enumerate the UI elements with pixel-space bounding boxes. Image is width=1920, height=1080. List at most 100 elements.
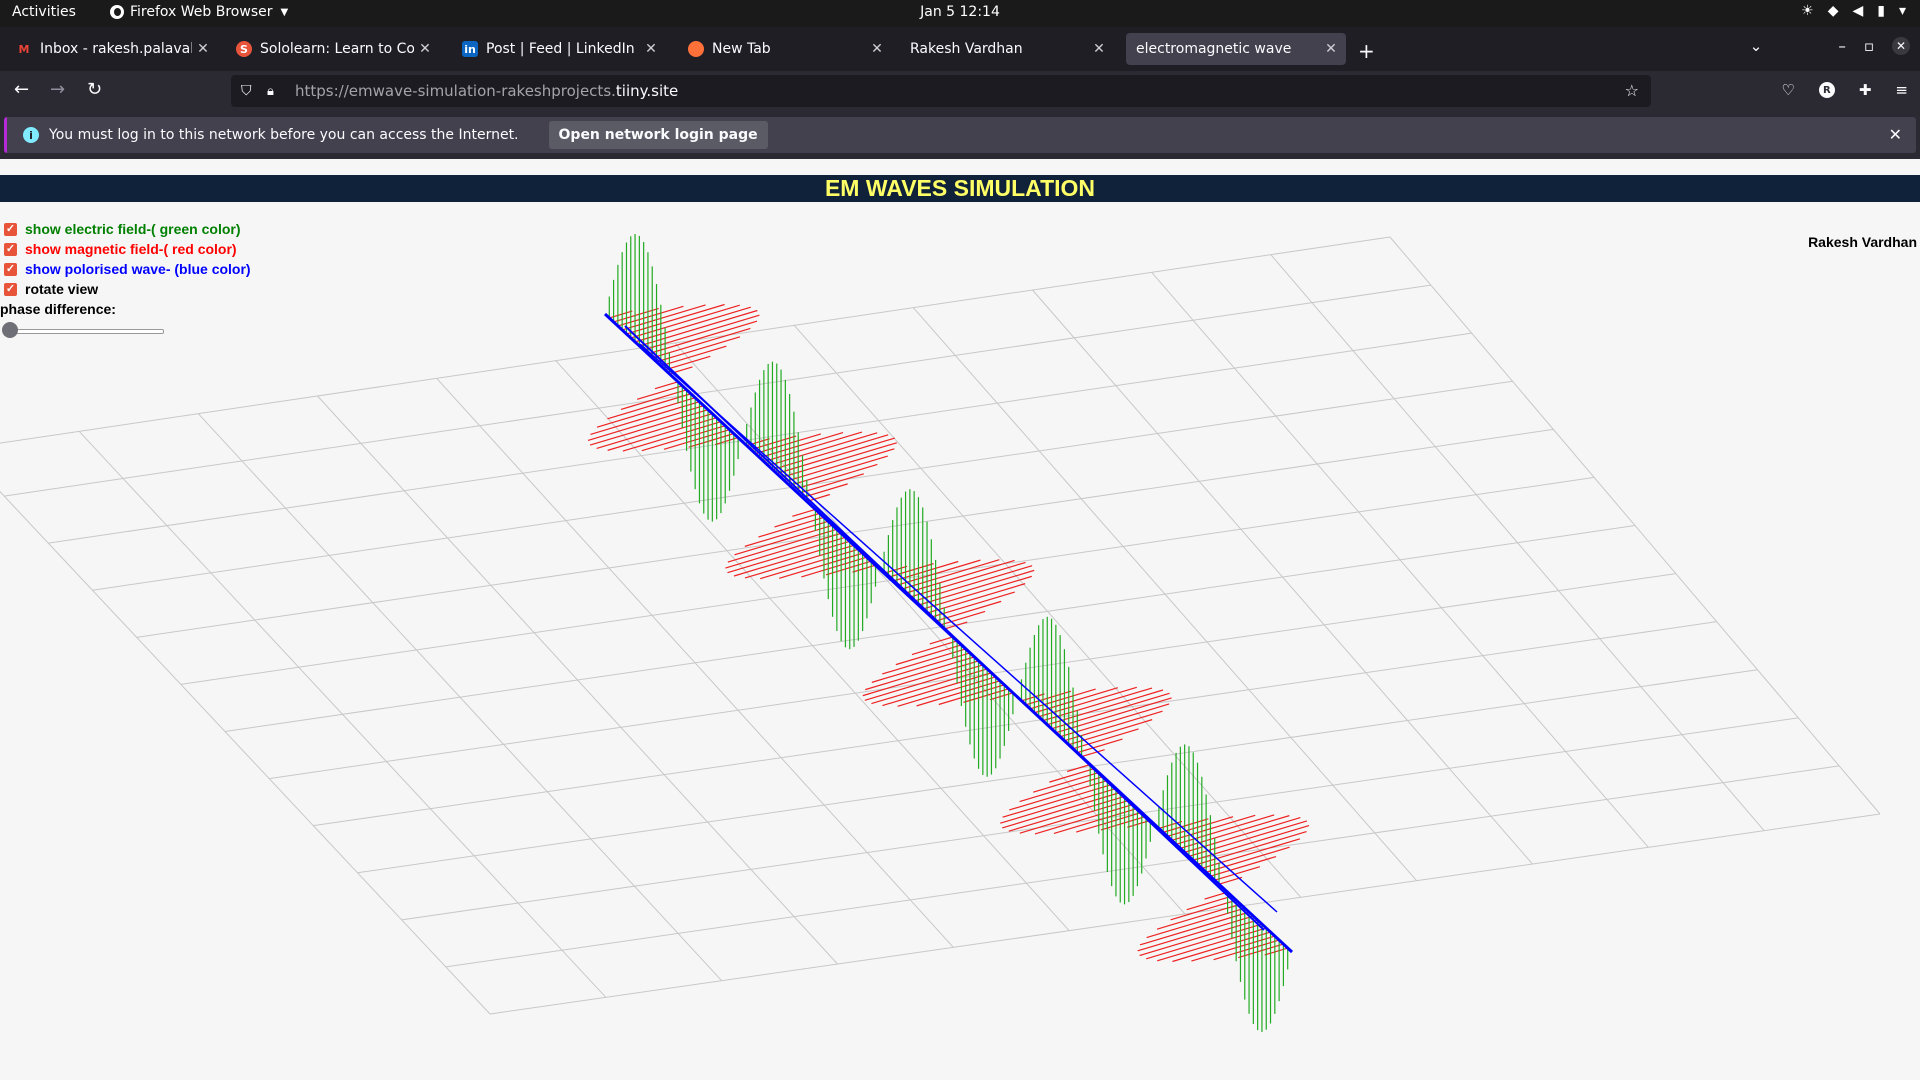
- gmail-icon: M: [18, 42, 30, 56]
- address-bar[interactable]: ⛉ 🔒︎ https://emwave-simulation-rakeshpro…: [231, 75, 1651, 107]
- magnetic-vector: [1213, 939, 1280, 961]
- activities-button[interactable]: Activities: [12, 4, 76, 20]
- title-banner: EM WAVES SIMULATION: [0, 175, 1920, 202]
- tab-new-tab[interactable]: New Tab ✕: [678, 33, 892, 65]
- magnetic-vector: [1180, 815, 1290, 849]
- magnetic-vector: [938, 684, 1005, 706]
- close-window-icon[interactable]: ✕: [1892, 37, 1910, 55]
- open-login-page-button[interactable]: Open network login page: [548, 121, 768, 149]
- web-page: EM WAVES SIMULATION ✓ show electric fiel…: [0, 159, 1920, 1080]
- magnetic-vector: [798, 473, 864, 495]
- volume-icon: ◀: [1852, 3, 1864, 19]
- forward-arrow-icon[interactable]: →: [50, 79, 65, 100]
- window-controls: ⌄ – ▫ ✕: [1750, 37, 1910, 55]
- close-icon[interactable]: ✕: [1320, 41, 1342, 57]
- checkbox-electric-field[interactable]: ✓: [4, 222, 17, 236]
- magnetic-field-label: show magnetic field-( red color): [25, 241, 237, 257]
- magnetic-vector: [895, 644, 962, 666]
- brightness-icon: ☀: [1801, 3, 1814, 19]
- polarised-wave-line: [639, 343, 1278, 913]
- magnetic-vector: [663, 429, 730, 450]
- lock-icon[interactable]: 🔒︎: [267, 84, 281, 99]
- rotate-view-toggle[interactable]: ✓ rotate view: [4, 279, 251, 299]
- magnetic-vector: [758, 516, 825, 538]
- magnetic-vector: [620, 389, 687, 411]
- rotate-view-label: rotate view: [25, 281, 99, 297]
- checkbox-rotate-view[interactable]: ✓: [4, 282, 17, 296]
- system-tray[interactable]: ☀ ◆ ◀ ▮ ▾: [1801, 3, 1906, 19]
- grid-line: [793, 325, 1302, 898]
- magnetic-vector: [1029, 688, 1096, 710]
- grid-line: [1151, 272, 1649, 848]
- url-text: https://emwave-simulation-rakeshprojects…: [295, 82, 678, 100]
- tracking-shield-icon[interactable]: ⛉: [241, 83, 257, 99]
- menu-hamburger-icon[interactable]: ≡: [1895, 81, 1908, 99]
- bookmark-star-icon[interactable]: ☆: [1625, 81, 1639, 100]
- magnetic-vector: [607, 417, 717, 451]
- tab-title: Inbox - rakesh.palavalasa: [40, 41, 192, 57]
- list-all-tabs-icon[interactable]: ⌄: [1750, 37, 1763, 55]
- close-icon[interactable]: ✕: [414, 41, 436, 57]
- system-top-bar: Activities Firefox Web Browser ▼ Jan 5 1…: [0, 0, 1920, 27]
- author-name: Rakesh Vardhan: [1808, 234, 1917, 250]
- pocket-icon[interactable]: ♡: [1781, 81, 1794, 99]
- grid-line: [1270, 254, 1765, 831]
- app-menu[interactable]: Firefox Web Browser ▼: [110, 4, 288, 20]
- simulation-canvas[interactable]: [0, 159, 1920, 1080]
- magnetic-vector: [744, 544, 855, 579]
- magnetic-vector: [1157, 927, 1267, 962]
- tab-sololearn[interactable]: S Sololearn: Learn to Code ✕: [226, 33, 440, 65]
- magnetic-vector: [1167, 816, 1234, 837]
- tab-title: Rakesh Vardhan: [910, 41, 1023, 57]
- slider-thumb[interactable]: [2, 322, 18, 338]
- app-menu-label: Firefox Web Browser: [130, 4, 273, 20]
- close-icon[interactable]: ✕: [1088, 41, 1110, 57]
- magnetic-vector: [1139, 911, 1250, 946]
- close-icon[interactable]: ✕: [640, 41, 662, 57]
- phase-difference-label: phase difference:: [0, 301, 116, 317]
- tab-gmail[interactable]: M Inbox - rakesh.palavalasa ✕: [6, 33, 218, 65]
- magnetic-vector: [1210, 855, 1277, 877]
- back-arrow-icon[interactable]: ←: [14, 79, 29, 100]
- close-icon[interactable]: ✕: [192, 41, 214, 57]
- new-tab-button[interactable]: +: [1358, 39, 1375, 63]
- sololearn-icon: S: [236, 41, 252, 57]
- tab-linkedin[interactable]: in Post | Feed | LinkedIn ✕: [452, 33, 666, 65]
- magnetic-vector: [865, 656, 975, 691]
- account-avatar-icon[interactable]: R: [1818, 82, 1835, 98]
- firefox-icon: [688, 41, 704, 57]
- magnetic-field-toggle[interactable]: ✓ show magnetic field-( red color): [4, 239, 251, 259]
- checkbox-polarised-wave[interactable]: ✓: [4, 262, 17, 276]
- navigation-toolbar: ← → ↻ ⛉ 🔒︎ https://emwave-simulation-rak…: [0, 71, 1920, 111]
- phase-difference-slider[interactable]: [0, 321, 164, 339]
- grid-line: [1389, 236, 1881, 815]
- close-icon[interactable]: ✕: [866, 41, 888, 57]
- tab-title: electromagnetic wave: [1136, 41, 1292, 57]
- control-panel: ✓ show electric field-( green color) ✓ s…: [0, 219, 251, 339]
- url-prefix: https://emwave-simulation-rakeshprojects…: [295, 82, 616, 100]
- magnetic-vector: [1170, 899, 1237, 921]
- battery-icon: ▮: [1877, 3, 1885, 19]
- url-domain: tiiny.site: [615, 82, 679, 100]
- close-icon[interactable]: ✕: [1889, 125, 1902, 144]
- toolbar-right: ♡ R ✚ ≡: [1781, 81, 1908, 99]
- magnetic-vector: [905, 559, 1015, 594]
- polarised-wave-toggle[interactable]: ✓ show polorised wave- (blue color): [4, 259, 251, 279]
- slider-track[interactable]: [4, 329, 164, 334]
- magnetic-vector: [801, 556, 868, 578]
- extensions-icon[interactable]: ✚: [1859, 81, 1872, 99]
- tab-electromagnetic-wave[interactable]: electromagnetic wave ✕: [1126, 33, 1346, 65]
- reload-icon[interactable]: ↻: [87, 79, 102, 100]
- minimize-icon[interactable]: –: [1838, 37, 1846, 55]
- magnetic-vector: [630, 304, 740, 339]
- magnetic-vector: [1033, 771, 1099, 793]
- wifi-icon: ◆: [1827, 3, 1839, 19]
- polarised-wave-label: show polorised wave- (blue color): [25, 261, 251, 277]
- checkbox-magnetic-field[interactable]: ✓: [4, 242, 17, 256]
- notification-message: You must log in to this network before y…: [49, 127, 519, 143]
- tab-rakesh-vardhan[interactable]: Rakesh Vardhan ✕: [900, 33, 1114, 65]
- tab-title: Sololearn: Learn to Code: [260, 41, 414, 57]
- restore-icon[interactable]: ▫: [1864, 37, 1874, 55]
- power-menu-icon: ▾: [1898, 3, 1906, 19]
- electric-field-toggle[interactable]: ✓ show electric field-( green color): [4, 219, 251, 239]
